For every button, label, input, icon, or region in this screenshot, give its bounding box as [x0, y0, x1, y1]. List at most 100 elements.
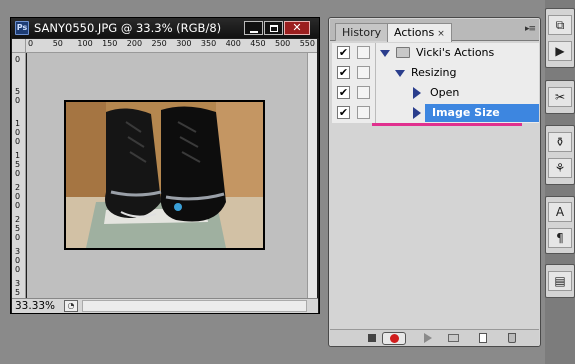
maximize-icon — [270, 25, 278, 32]
status-menu-icon[interactable]: ◔ — [64, 300, 78, 312]
tab-actions-label: Actions — [394, 26, 435, 39]
character-icon[interactable]: A — [548, 202, 572, 222]
brush-icon[interactable]: ⚘ — [548, 158, 572, 178]
document-titlebar[interactable]: Ps SANY0550.JPG @ 33.3% (RGB/8) ✕ — [11, 18, 319, 38]
stop-icon — [368, 334, 376, 342]
status-bar: 33.33% ◔ — [12, 298, 318, 313]
ruler-h-tick-label: 100 — [77, 39, 93, 48]
maximize-button[interactable] — [264, 21, 283, 35]
tab-close-icon[interactable]: × — [437, 29, 445, 39]
delete-button[interactable] — [505, 332, 519, 344]
dock-group-3: ⚱ ⚘ — [545, 125, 575, 185]
panel-tab-bar: History Actions × ▸≡ — [330, 19, 539, 42]
stop-button[interactable] — [365, 332, 379, 344]
column-divider — [375, 43, 376, 63]
column-divider — [375, 63, 376, 83]
dock-group-1: ⧉ ▶ — [545, 8, 575, 68]
ruler-h-tick-label: 350 — [200, 39, 217, 48]
action-set-label: Vicki's Actions — [416, 46, 495, 59]
dock-group-4: A ¶ — [545, 196, 575, 254]
close-button[interactable]: ✕ — [284, 21, 310, 35]
photoshop-app-icon: Ps — [15, 21, 29, 35]
ruler-v-tick-label: 150 — [14, 151, 21, 178]
tools-icon[interactable]: ✂ — [548, 87, 572, 107]
column-divider — [375, 83, 376, 103]
actions-panel: History Actions × ▸≡ ✔ Vicki's Actions ✔ … — [328, 17, 541, 347]
new-set-icon — [448, 334, 459, 342]
ruler-v-tick-label: 350 — [14, 279, 21, 298]
dialog-toggle[interactable] — [357, 46, 370, 59]
toggle-checkbox[interactable]: ✔ — [337, 86, 350, 99]
command-label: Open — [430, 86, 460, 99]
ruler-h-tick-label: 400 — [225, 39, 241, 48]
record-button[interactable] — [382, 332, 406, 345]
panel-menu-icon[interactable]: ▸≡ — [525, 24, 536, 34]
folder-icon — [396, 47, 410, 58]
ruler-h-tick-label: 200 — [126, 39, 143, 48]
history-icon[interactable]: ⧉ — [548, 15, 572, 35]
play-button[interactable] — [421, 332, 435, 344]
actions-icon[interactable]: ▶ — [548, 41, 572, 61]
panel-dock: ⧉ ▶ ✂ ⚱ ⚘ A ¶ ▤ — [545, 0, 575, 364]
paragraph-icon[interactable]: ¶ — [548, 228, 572, 248]
annotation-underline — [372, 123, 522, 126]
command-label: Image Size — [432, 106, 500, 119]
ruler-v-tick-label: 0 — [14, 55, 21, 64]
minimize-button[interactable] — [244, 21, 263, 35]
ruler-v-tick-label: 100 — [14, 119, 21, 146]
command-row-open[interactable]: ✔ Open — [332, 83, 539, 103]
tab-actions[interactable]: Actions × — [387, 23, 452, 42]
ruler-v-tick-label: 50 — [14, 87, 21, 105]
dialog-toggle[interactable] — [357, 86, 370, 99]
ruler-h-tick-label: 300 — [176, 39, 192, 48]
action-set-row[interactable]: ✔ Vicki's Actions — [332, 43, 539, 63]
toggle-checkbox[interactable]: ✔ — [337, 106, 350, 119]
expand-triangle-icon[interactable] — [413, 107, 421, 119]
document-window: Ps SANY0550.JPG @ 33.3% (RGB/8) ✕ 0 50 100… — [10, 17, 320, 314]
selected-command-highlight[interactable]: Image Size — [425, 104, 539, 122]
vertical-ruler[interactable]: 0 50 100 150 200 250 300 350 — [12, 53, 26, 298]
panel-footer — [330, 329, 539, 346]
boots-photo — [64, 100, 265, 250]
close-icon: ✕ — [292, 21, 302, 34]
toggle-checkbox[interactable]: ✔ — [337, 66, 350, 79]
dock-group-2: ✂ — [545, 80, 575, 114]
dialog-toggle[interactable] — [357, 66, 370, 79]
expand-triangle-icon[interactable] — [380, 50, 390, 57]
dialog-toggle[interactable] — [357, 106, 370, 119]
new-set-button[interactable] — [447, 332, 461, 344]
ruler-h-tick-label: 550 — [299, 39, 315, 48]
toggle-checkbox[interactable]: ✔ — [337, 46, 350, 59]
horizontal-ruler[interactable]: 0 50 100 150 200 250 300 350 400 450 500 550 — [26, 39, 317, 53]
zoom-level[interactable]: 33.33% — [15, 300, 55, 312]
expand-triangle-icon[interactable] — [395, 70, 405, 77]
tab-history[interactable]: History — [335, 23, 389, 41]
horizontal-scrollbar[interactable] — [82, 300, 307, 312]
ruler-h-tick-label: 50 — [52, 39, 63, 48]
record-icon — [390, 334, 399, 343]
column-divider — [375, 103, 376, 123]
dock-group-5: ▤ — [545, 264, 575, 298]
expand-triangle-icon[interactable] — [413, 87, 421, 99]
ruler-h-tick-label: 0 — [28, 39, 34, 48]
play-icon — [424, 333, 432, 343]
layer-comps-icon[interactable]: ▤ — [548, 271, 572, 291]
ruler-origin[interactable] — [12, 39, 26, 53]
actions-list: ✔ Vicki's Actions ✔ Resizing ✔ Open ✔ Im… — [332, 43, 539, 330]
tab-history-label: History — [342, 26, 382, 39]
ruler-v-tick-label: 300 — [14, 247, 21, 274]
ruler-h-tick-label: 150 — [102, 39, 118, 48]
new-action-button[interactable] — [476, 332, 490, 344]
document-title: SANY0550.JPG @ 33.3% (RGB/8) — [34, 21, 222, 35]
command-row-image-size[interactable]: ✔ Image Size — [332, 103, 539, 123]
minimize-icon — [250, 31, 258, 33]
vertical-scrollbar[interactable] — [307, 53, 317, 298]
clone-icon[interactable]: ⚱ — [548, 132, 572, 152]
action-row-resizing[interactable]: ✔ Resizing — [332, 63, 539, 83]
trash-icon — [508, 333, 516, 343]
canvas-area[interactable] — [27, 53, 317, 298]
ruler-v-tick-label: 200 — [14, 183, 21, 210]
ruler-h-tick-label: 500 — [275, 39, 291, 48]
ruler-h-tick-label: 250 — [151, 39, 167, 48]
ruler-v-tick-label: 250 — [14, 215, 21, 242]
